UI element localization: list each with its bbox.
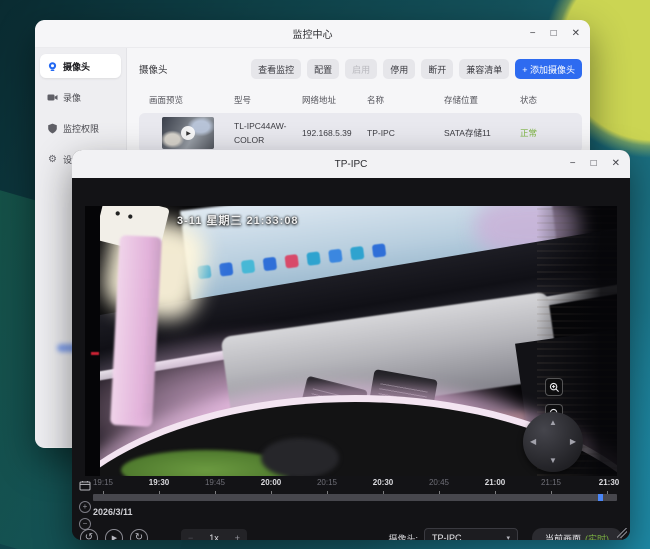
timeline: 19:15 19:30 19:45 20:00 20:15 20:30 20:4…: [93, 478, 623, 517]
shield-icon: [47, 123, 58, 134]
video-feed: 3-11 星期三 21:33:08 ▲ ▼ ◀ ▶: [85, 206, 617, 476]
window-controls: − □ ✕: [530, 20, 580, 48]
skip-back-button[interactable]: ↺: [80, 529, 98, 540]
header-preview: 画面预览: [149, 94, 234, 106]
toolbar: 摄像头 查看监控 配置 启用 停用 断开 兼容清单 + 添加摄像头: [139, 56, 582, 82]
tick-label: 21:30: [599, 478, 619, 487]
section-label: 摄像头: [139, 62, 168, 76]
tick-label: 20:45: [429, 478, 449, 487]
tick-label: 20:30: [373, 478, 393, 487]
close-button[interactable]: ✕: [612, 159, 620, 169]
camera-viewer-window: TP-IPC − □ ✕: [72, 150, 630, 540]
timeline-labels: 19:15 19:30 19:45 20:00 20:15 20:30 20:4…: [93, 478, 623, 490]
tick-label: 19:45: [205, 478, 225, 487]
header-storage: 存储位置: [444, 94, 520, 106]
compatibility-list-button[interactable]: 兼容清单: [459, 59, 509, 79]
camera-select-value: TP-IPC: [432, 533, 462, 540]
scene-dark-object: [261, 438, 339, 476]
header-name: 名称: [367, 94, 444, 106]
desktop: 监控中心 − □ ✕ 摄像头 录像: [0, 0, 650, 549]
gear-icon: ⚙: [47, 154, 58, 165]
play-icon[interactable]: ▶: [181, 126, 195, 140]
dpad-up-arrow[interactable]: ▲: [549, 419, 557, 427]
disconnect-button[interactable]: 断开: [421, 59, 453, 79]
header-model: 型号: [234, 94, 302, 106]
video-timestamp-overlay: 3-11 星期三 21:33:08: [177, 212, 299, 228]
ptz-dpad: ▲ ▼ ◀ ▶: [523, 412, 583, 472]
minimize-button[interactable]: −: [530, 29, 536, 39]
maximize-button[interactable]: □: [591, 159, 597, 169]
sidebar-item-label: 摄像头: [63, 60, 90, 73]
close-button[interactable]: ✕: [572, 29, 580, 39]
view-monitor-button[interactable]: 查看监控: [251, 59, 301, 79]
webcam-icon: [47, 61, 58, 72]
speed-increase-button[interactable]: +: [235, 533, 240, 540]
header-status: 状态: [520, 94, 582, 106]
cell-ip: 192.168.5.39: [302, 128, 367, 138]
camera-table: 画面预览 型号 网络地址 名称 存储位置 状态 ▶ TL-IPC44AW-: [139, 90, 582, 153]
skip-forward-button[interactable]: ↻: [130, 529, 148, 540]
timeline-date: 2026/3/11: [93, 507, 623, 517]
speed-value: 1x: [209, 533, 219, 540]
dpad-left-arrow[interactable]: ◀: [530, 438, 536, 446]
cell-model: TL-IPC44AW- COLOR: [234, 119, 302, 148]
disable-button[interactable]: 停用: [383, 59, 415, 79]
header-network-address: 网络地址: [302, 94, 367, 106]
window-controls: − □ ✕: [570, 150, 620, 178]
camera-select-label: 摄像头:: [388, 532, 418, 541]
tick-label: 20:15: [317, 478, 337, 487]
window-title: 监控中心: [293, 26, 333, 41]
tick-label: 19:30: [149, 478, 169, 487]
speed-decrease-button[interactable]: −: [188, 533, 193, 540]
window-title: TP-IPC: [335, 159, 368, 170]
maximize-button[interactable]: □: [551, 29, 557, 39]
live-view-button[interactable]: 当前画面 (实时): [532, 528, 622, 540]
timeline-scrubber[interactable]: [93, 494, 617, 501]
sidebar-item-recordings[interactable]: 录像: [40, 85, 121, 109]
tick-label: 19:15: [93, 478, 113, 487]
camera-viewer-titlebar[interactable]: TP-IPC − □ ✕: [72, 150, 630, 178]
status-badge: 正常: [520, 127, 582, 139]
cell-storage: SATA存储11: [444, 127, 520, 139]
live-badge: (实时): [585, 532, 609, 541]
tick-label: 21:15: [541, 478, 561, 487]
ptz-zoom-in-button[interactable]: [545, 378, 563, 396]
scene-red-light: [91, 352, 99, 355]
play-button[interactable]: ▶: [105, 529, 123, 540]
sidebar-item-permissions[interactable]: 监控权限: [40, 116, 121, 140]
playhead-marker[interactable]: [598, 494, 603, 501]
table-row[interactable]: ▶ TL-IPC44AW- COLOR 192.168.5.39 TP-IPC …: [139, 113, 582, 153]
timeline-tools: + −: [77, 478, 93, 530]
dpad-right-arrow[interactable]: ▶: [570, 438, 576, 446]
live-view-label: 当前画面: [545, 532, 581, 541]
enable-button: 启用: [345, 59, 377, 79]
minimize-button[interactable]: −: [570, 159, 576, 169]
monitor-center-titlebar[interactable]: 监控中心 − □ ✕: [35, 20, 590, 48]
resize-handle[interactable]: [617, 528, 627, 538]
calendar-icon[interactable]: [79, 478, 91, 496]
table-header: 画面预览 型号 网络地址 名称 存储位置 状态: [139, 90, 582, 110]
sidebar-item-label: 监控权限: [63, 122, 99, 135]
camera-select-dropdown[interactable]: TP-IPC ▾: [424, 528, 518, 540]
timeline-zoom-in-icon[interactable]: +: [79, 501, 91, 513]
sidebar-item-label: 录像: [63, 91, 81, 104]
transport-bar: ↺ ▶ ↻ − 1x + 摄像头: TP-IPC ▾ 当前画面 (实时): [80, 526, 622, 540]
timeline-tickmarks: [103, 491, 613, 494]
dpad-down-arrow[interactable]: ▼: [549, 457, 557, 465]
cell-name: TP-IPC: [367, 128, 444, 138]
tick-label: 21:00: [485, 478, 505, 487]
video-icon: [47, 92, 58, 103]
configure-button[interactable]: 配置: [307, 59, 339, 79]
sidebar-item-cameras[interactable]: 摄像头: [40, 54, 121, 78]
add-camera-button[interactable]: + 添加摄像头: [515, 59, 582, 79]
camera-thumbnail[interactable]: ▶: [162, 117, 214, 149]
scene-left-edge: [85, 206, 100, 476]
speed-control: − 1x +: [181, 529, 247, 540]
tick-label: 20:00: [261, 478, 281, 487]
chevron-down-icon: ▾: [506, 534, 510, 540]
